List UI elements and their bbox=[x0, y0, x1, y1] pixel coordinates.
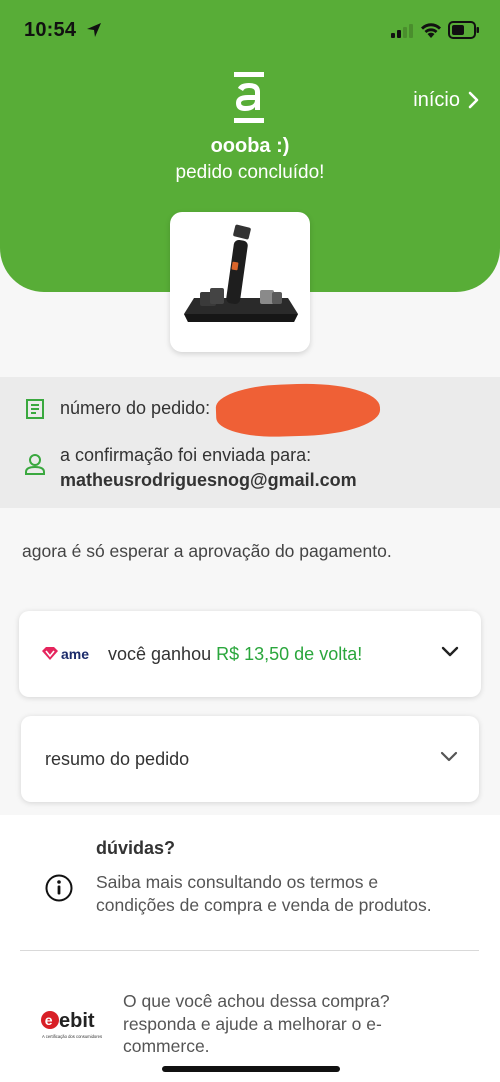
confirmation-email: matheusrodriguesnog@gmail.com bbox=[60, 470, 357, 490]
order-status-text: pedido concluído! bbox=[175, 162, 325, 183]
signal-icon bbox=[391, 24, 413, 38]
faq-title: dúvidas? bbox=[96, 838, 176, 858]
user-icon bbox=[25, 454, 45, 475]
svg-text:e: e bbox=[45, 1012, 53, 1028]
receipt-icon bbox=[26, 399, 44, 419]
confirmation-label: a confirmação foi enviada para: bbox=[60, 445, 312, 465]
svg-text:A certificação dos consumidore: A certificação dos consumidores bbox=[42, 1034, 102, 1039]
confirmation-row: a confirmação foi enviada para: matheusr… bbox=[24, 445, 357, 491]
order-number-label: número do pedido: bbox=[60, 398, 211, 418]
home-indicator bbox=[162, 1066, 340, 1072]
svg-text:ame: ame bbox=[61, 646, 89, 662]
order-summary-card[interactable]: resumo do pedido bbox=[21, 716, 479, 802]
wifi-icon bbox=[421, 23, 441, 38]
chevron-down-icon[interactable] bbox=[440, 751, 458, 763]
location-arrow-icon bbox=[87, 23, 101, 37]
svg-text:ebit: ebit bbox=[59, 1010, 95, 1032]
order-summary-label: resumo do pedido bbox=[45, 748, 190, 769]
info-icon bbox=[45, 874, 73, 902]
cashback-text: você ganhou R$ 13,50 de volta! bbox=[108, 644, 362, 665]
product-image-card bbox=[170, 212, 310, 352]
brand-logo bbox=[234, 72, 264, 123]
greeting-title: oooba :) bbox=[210, 135, 290, 157]
faq-terms-link[interactable]: Saiba mais consultando os termos e condi… bbox=[96, 871, 436, 916]
ame-logo: ame bbox=[42, 646, 89, 662]
ebit-logo: e ebit A certificação dos consumidores bbox=[41, 1010, 102, 1039]
chevron-right-icon bbox=[468, 91, 479, 109]
ebit-survey-link[interactable]: O que você achou dessa compra? responda … bbox=[123, 990, 443, 1058]
home-link-label: início bbox=[413, 88, 460, 111]
cashback-label: você ganhou bbox=[108, 643, 212, 664]
product-image bbox=[184, 224, 298, 322]
payment-wait-message: agora é só esperar a aprovação do pagame… bbox=[22, 541, 392, 561]
cashback-card[interactable]: ame você ganhou R$ 13,50 de volta! bbox=[19, 611, 481, 697]
chevron-down-icon[interactable] bbox=[441, 646, 459, 658]
divider bbox=[20, 950, 479, 951]
home-link[interactable]: início bbox=[413, 88, 480, 112]
battery-icon bbox=[448, 21, 479, 39]
cashback-value: R$ 13,50 de volta! bbox=[216, 643, 363, 664]
status-bar: 10:54 bbox=[0, 0, 500, 60]
order-number-row: número do pedido: bbox=[24, 398, 210, 420]
status-time: 10:54 bbox=[24, 19, 77, 41]
